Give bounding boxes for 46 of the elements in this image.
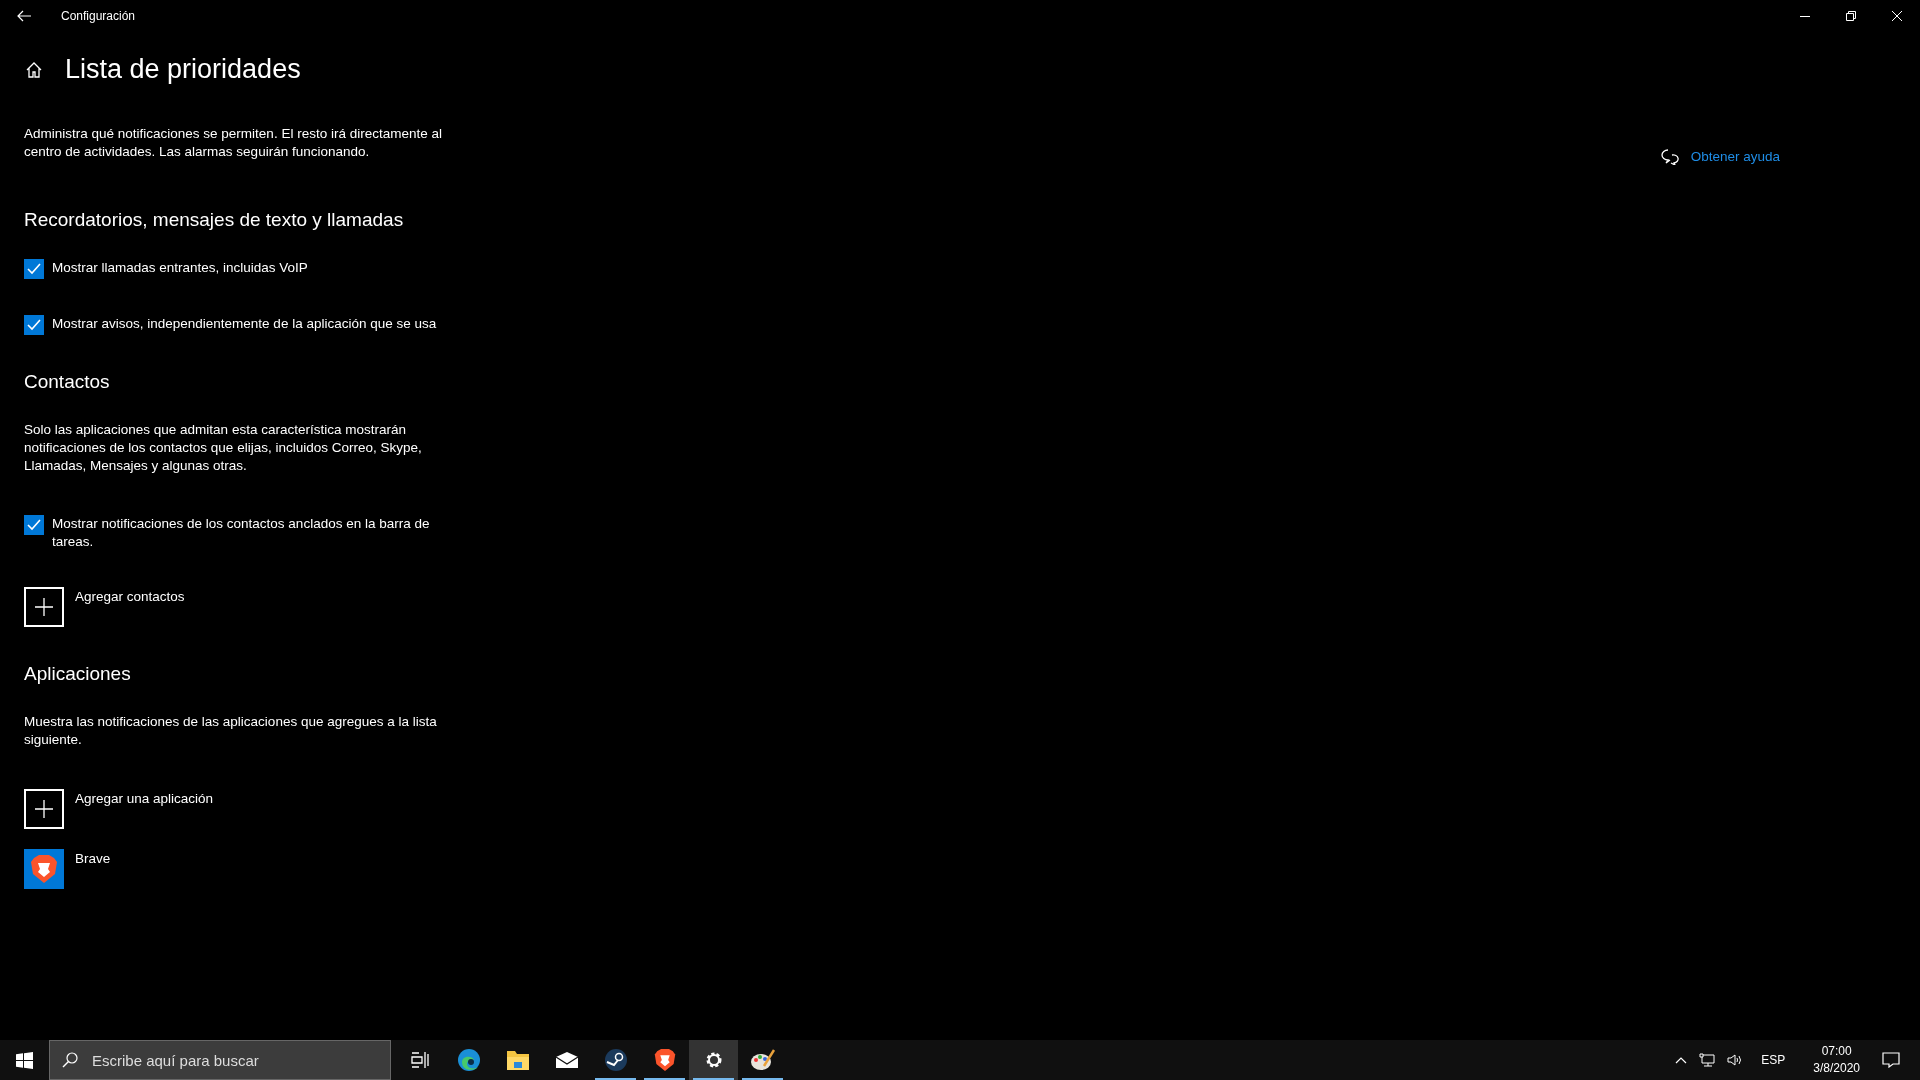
window-title: Configuración: [61, 9, 136, 23]
page-title: Lista de prioridades: [65, 54, 301, 85]
task-view-icon: [409, 1050, 430, 1070]
plus-icon: [35, 800, 53, 818]
app-name[interactable]: Brave: [75, 851, 111, 866]
browser-swirl-icon: [456, 1048, 481, 1072]
search-input[interactable]: Escribe aquí para buscar: [90, 1050, 390, 1070]
steam-icon: [603, 1048, 628, 1072]
section-heading: Contactos: [24, 371, 111, 393]
paint-palette-icon: [749, 1048, 776, 1072]
checkbox-label: Mostrar notificaciones de los contactos anclados en la barra de tareas.: [52, 515, 431, 551]
add-button[interactable]: [24, 789, 64, 829]
envelope-icon: [554, 1051, 579, 1069]
back-arrow-icon: [17, 10, 31, 22]
section-description: Muestra las notificaciones de las aplicaciones que agregues a la lista siguiente.: [24, 713, 438, 749]
time: 07:00: [1821, 1043, 1852, 1060]
date: 3/8/2020: [1813, 1060, 1860, 1077]
checkbox-label: Mostrar avisos, independientemente de la aplicación que se usa: [52, 315, 437, 333]
chevron-up-icon[interactable]: [1675, 1056, 1688, 1064]
plus-icon: [35, 598, 53, 616]
page-description: Administra qué notificaciones se permiten. El resto irá directamente al centro de actividades. Las alarmas seguirán funcionando.: [24, 125, 443, 161]
folder-icon: [505, 1049, 530, 1071]
volume-icon[interactable]: [1727, 1053, 1744, 1067]
restore-icon: [1846, 11, 1856, 21]
search-box[interactable]: Escribe aquí para buscar: [49, 1040, 391, 1080]
checkbox-label: Mostrar llamadas entrantes, incluidas VoIP: [52, 259, 308, 277]
checkbox[interactable]: [24, 515, 44, 535]
section-heading: Recordatorios, mensajes de texto y llamadas: [24, 209, 405, 231]
language-indicator[interactable]: ESP: [1761, 1053, 1786, 1067]
add-button[interactable]: [24, 587, 64, 627]
clock[interactable]: 07:00 3/8/2020: [1813, 1043, 1860, 1077]
help-link[interactable]: Obtener ayuda: [1690, 149, 1780, 164]
add-label[interactable]: Agregar una aplicación: [75, 791, 214, 806]
notification-icon[interactable]: [1882, 1052, 1900, 1068]
home-icon[interactable]: [25, 60, 43, 79]
section-heading: Aplicaciones: [24, 663, 132, 685]
close-icon: [1892, 11, 1902, 21]
taskbar-app-button[interactable]: [689, 1040, 738, 1080]
windows-icon: [16, 1051, 33, 1069]
checkbox[interactable]: [24, 259, 44, 279]
app-tile-icon[interactable]: [24, 849, 64, 889]
search-icon: [62, 1052, 78, 1068]
section-description: Solo las aplicaciones que admitan esta característica mostrarán notificaciones de los contactos que elijas, incluidos Correo, Skype, Llamadas, Mensajes y algunas otras.: [24, 421, 423, 475]
network-icon[interactable]: [1699, 1053, 1716, 1067]
add-label[interactable]: Agregar contactos: [75, 589, 185, 604]
checkbox[interactable]: [24, 315, 44, 335]
